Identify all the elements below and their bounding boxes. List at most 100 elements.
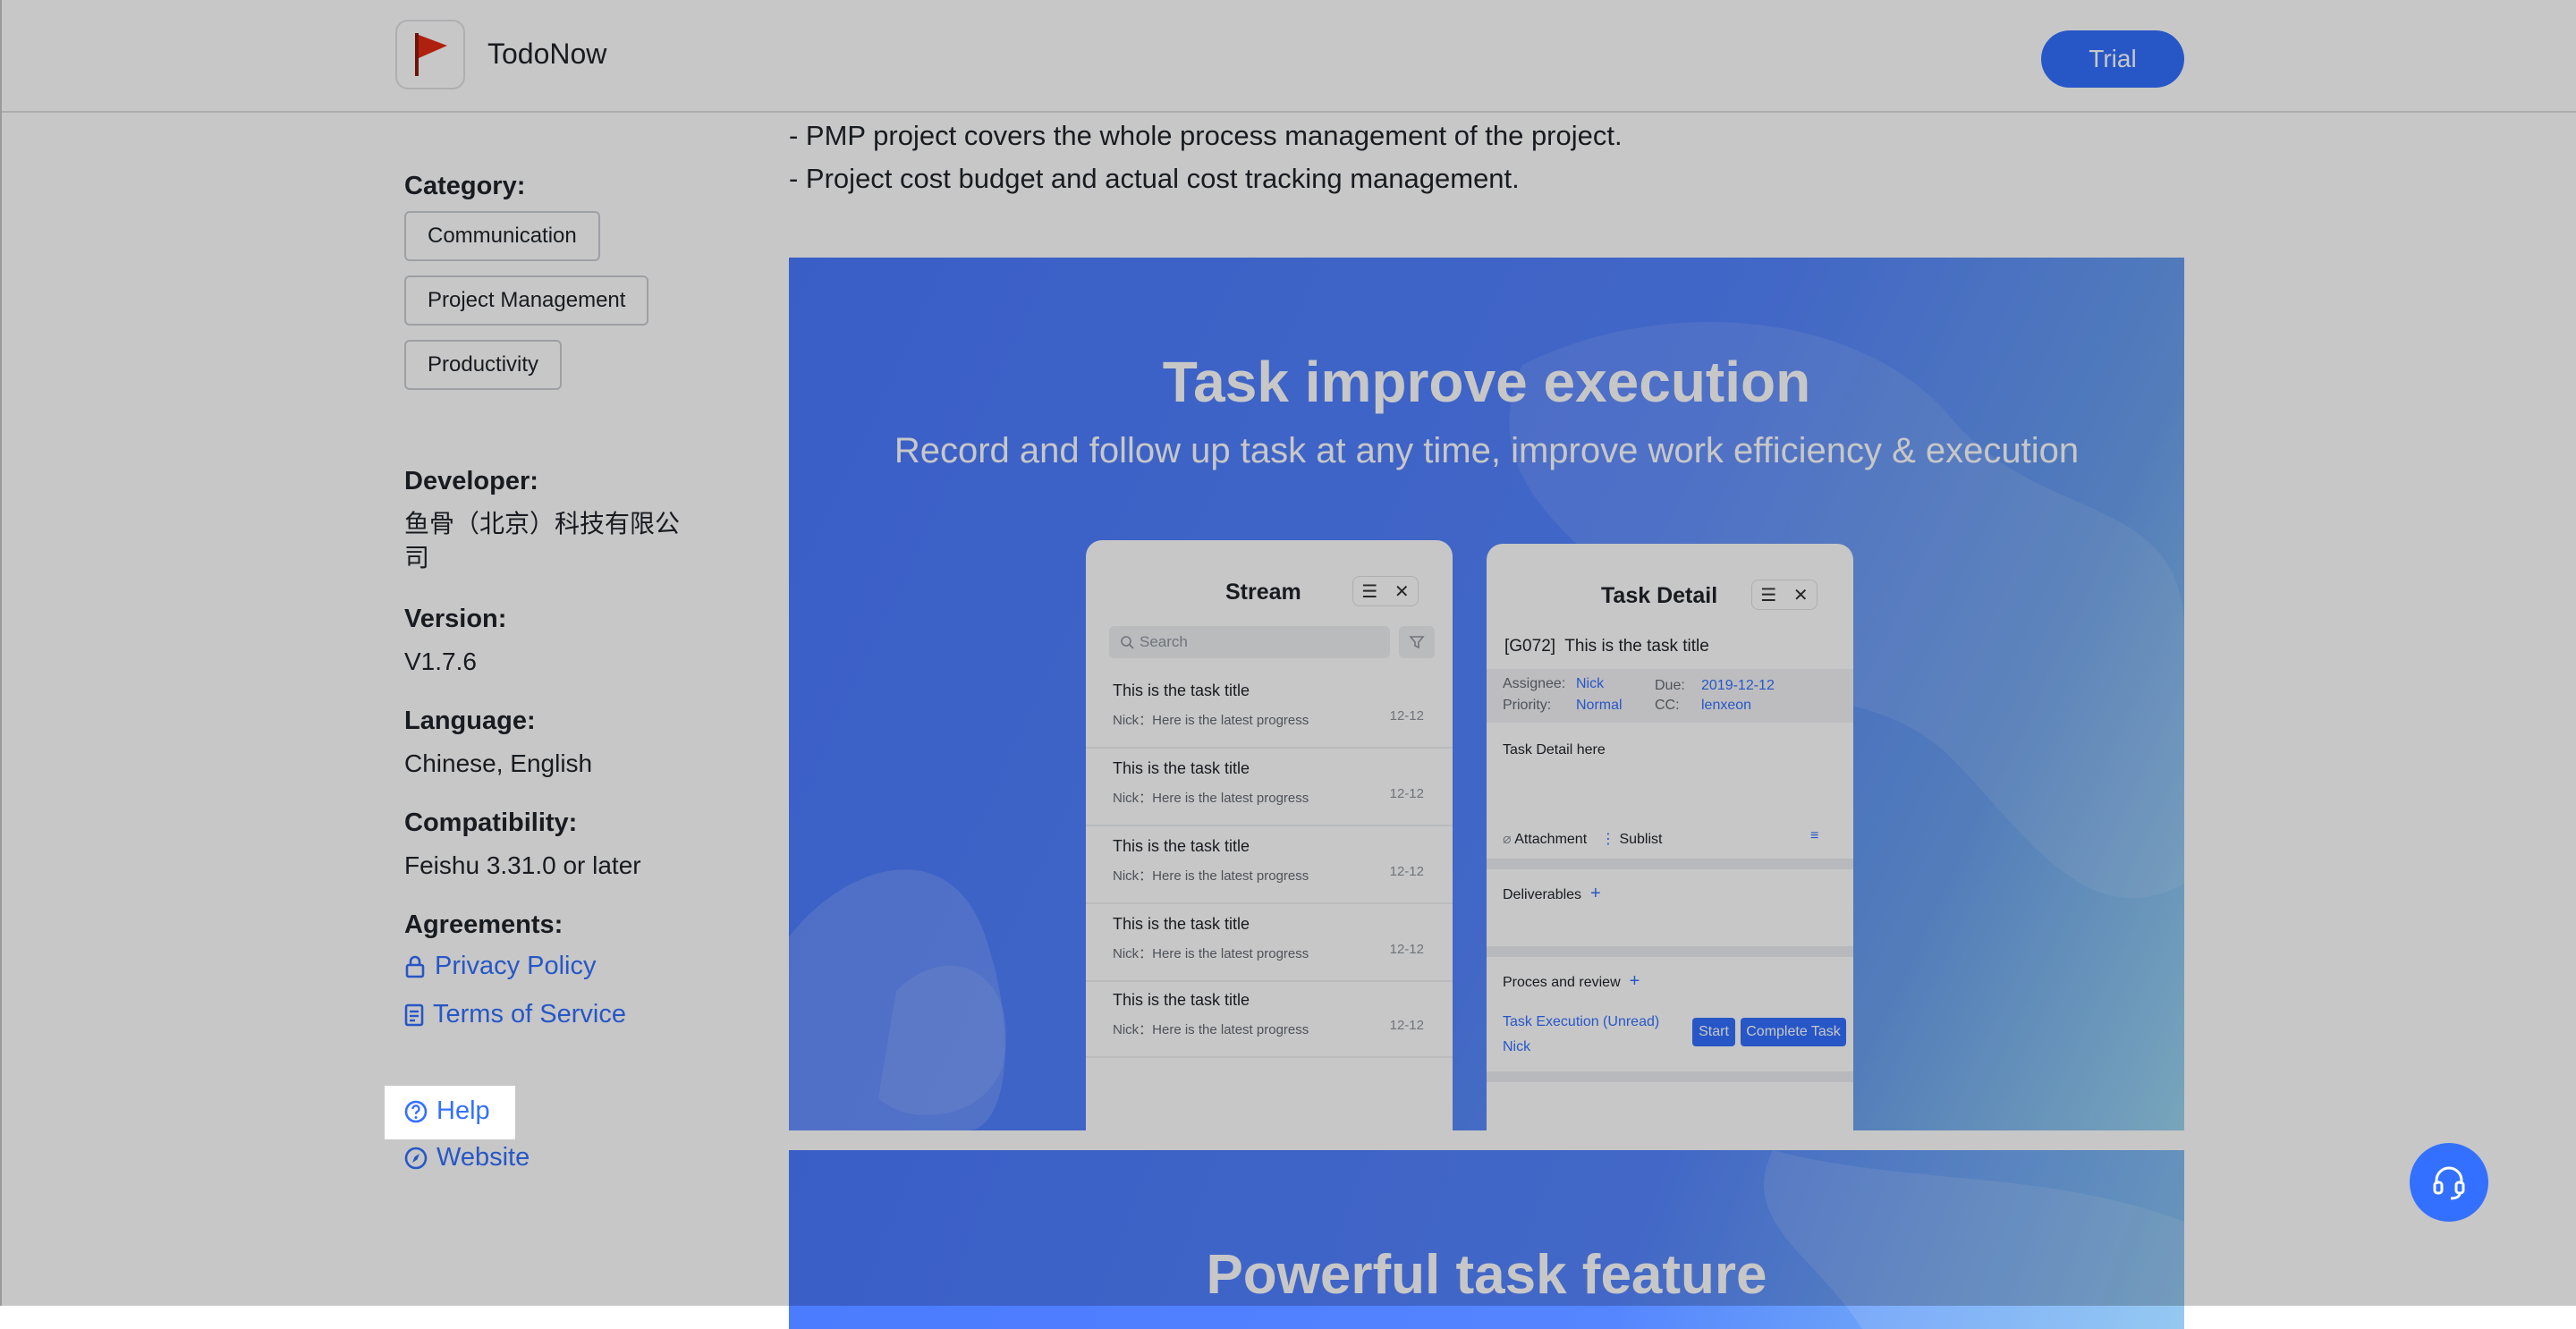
- stream-search[interactable]: Search: [1109, 626, 1390, 658]
- assignee-value: Nick: [1576, 676, 1605, 691]
- task-detail-card: Task Detail ☰ ✕ [G072] This is the task …: [1487, 544, 1853, 1130]
- privacy-policy-link[interactable]: Privacy Policy: [404, 952, 597, 981]
- deliverables-label: Deliverables: [1503, 887, 1582, 902]
- menu-icon[interactable]: ☰: [1361, 580, 1377, 603]
- list-item[interactable]: This is the task title Nick：Here is the …: [1086, 825, 1453, 904]
- priority-label: Priority:: [1503, 698, 1552, 713]
- divider: [1487, 1071, 1853, 1082]
- sublist-icon: ⋮: [1601, 832, 1615, 847]
- close-icon[interactable]: ✕: [1394, 580, 1410, 603]
- task-progress: Nick：Here is the latest progress: [1113, 791, 1309, 806]
- help-spotlight-link[interactable]: Help: [404, 1096, 490, 1126]
- list-item[interactable]: This is the task title Nick：Here is the …: [1086, 669, 1453, 749]
- version-label: Version:: [404, 605, 507, 633]
- task-body: Task Detail here: [1503, 742, 1606, 758]
- menu-icon[interactable]: ☰: [1760, 584, 1776, 606]
- task-title: This is the task title: [1113, 915, 1250, 933]
- task-id: [G072]: [1504, 637, 1556, 656]
- deliverables-row: Deliverables +: [1503, 884, 1601, 904]
- add-deliverable-icon[interactable]: +: [1586, 884, 1601, 903]
- task-date: 12-12: [1389, 708, 1424, 724]
- search-icon: [1121, 636, 1134, 649]
- app-name: TodoNow: [487, 38, 607, 70]
- feature-banner: Task improve execution Record and follow…: [789, 258, 2184, 1130]
- due-value: 2019-12-12: [1701, 678, 1775, 693]
- process-review-row: Proces and review +: [1503, 971, 1640, 992]
- top-header: TodoNow Trial: [0, 0, 2576, 113]
- attachment-label: Attachment: [1514, 832, 1588, 847]
- process-review-label: Proces and review: [1503, 975, 1621, 990]
- developer-label: Developer:: [404, 467, 538, 495]
- category-tag-communication[interactable]: Communication: [404, 211, 600, 261]
- add-review-icon[interactable]: +: [1624, 971, 1640, 991]
- task-progress: Nick：Here is the latest progress: [1113, 713, 1309, 728]
- task-date: 12-12: [1389, 786, 1424, 801]
- task-title: This is the task title: [1113, 991, 1250, 1009]
- task-title: This is the task title: [1113, 837, 1250, 855]
- start-button[interactable]: Start: [1692, 1018, 1735, 1046]
- version-value: V1.7.6: [404, 648, 477, 675]
- cc-label: CC:: [1655, 698, 1680, 713]
- execution-user: Nick: [1503, 1039, 1531, 1054]
- task-title: This is the task title: [1113, 759, 1250, 777]
- filter-button[interactable]: [1399, 626, 1435, 658]
- flag-icon: [415, 33, 447, 76]
- banner-2-title: Powerful task feature: [1206, 1244, 1767, 1306]
- priority-value: Normal: [1576, 698, 1623, 713]
- compatibility-label: Compatibility:: [404, 808, 578, 837]
- banner-title: Task improve execution: [1162, 350, 1811, 414]
- description-line: - Project cost budget and actual cost tr…: [789, 163, 1520, 194]
- sublist-label: Sublist: [1619, 832, 1663, 847]
- attachment-button[interactable]: ⌀ Attachment: [1503, 830, 1587, 848]
- cc-value: lenxeon: [1701, 698, 1752, 713]
- sublist-button[interactable]: ⋮ Sublist: [1601, 830, 1662, 848]
- app-logo[interactable]: [395, 20, 465, 89]
- feature-banner-2: Powerful task feature: [789, 1150, 2184, 1329]
- close-icon[interactable]: ✕: [1793, 584, 1809, 606]
- task-detail-title: Task Detail: [1601, 583, 1718, 608]
- list-item[interactable]: This is the task title Nick：Here is the …: [1086, 902, 1453, 982]
- task-progress: Nick：Here is the latest progress: [1113, 868, 1309, 884]
- filter-icon: [1409, 636, 1425, 649]
- due-label: Due:: [1655, 678, 1685, 693]
- lock-icon: [405, 955, 425, 978]
- task-title: This is the task title: [1113, 681, 1250, 699]
- headset-icon: [2433, 1166, 2465, 1200]
- assignee-label: Assignee:: [1503, 676, 1566, 691]
- task-date: 12-12: [1389, 942, 1424, 957]
- list-item[interactable]: This is the task title Nick：Here is the …: [1086, 978, 1453, 1058]
- terms-of-service-link[interactable]: Terms of Service: [404, 1000, 626, 1029]
- task-progress: Nick：Here is the latest progress: [1113, 946, 1309, 961]
- task-meta-panel: Assignee: Nick Due: 2019-12-12 Priority:…: [1487, 669, 1853, 723]
- compatibility-value: Feishu 3.31.0 or later: [404, 851, 641, 879]
- website-link[interactable]: Website: [404, 1143, 530, 1172]
- divider: [1487, 859, 1853, 869]
- category-label: Category:: [404, 172, 526, 200]
- compass-icon: [404, 1147, 428, 1169]
- help-spotlight[interactable]: Help: [385, 1086, 515, 1139]
- task-progress: Nick：Here is the latest progress: [1113, 1022, 1309, 1037]
- task-date: 12-12: [1389, 1018, 1424, 1033]
- description-line: - PMP project covers the whole process m…: [789, 120, 1623, 151]
- trial-button[interactable]: Trial: [2041, 30, 2184, 88]
- paperclip-icon: ⌀: [1503, 832, 1512, 847]
- detail-toolbar: ☰ ✕: [1751, 580, 1818, 610]
- developer-value: 鱼骨（北京）科技有限公: [404, 510, 681, 538]
- stream-toolbar: ☰ ✕: [1352, 576, 1419, 606]
- privacy-policy-label: Privacy Policy: [435, 952, 597, 980]
- execution-status: Task Execution (Unread): [1503, 1014, 1660, 1029]
- agreements-label: Agreements:: [404, 910, 564, 939]
- developer-value-cont: 司: [404, 544, 430, 571]
- complete-task-button[interactable]: Complete Task: [1741, 1018, 1846, 1046]
- customer-support-button[interactable]: [2410, 1143, 2488, 1222]
- banner-subtitle: Record and follow up task at any time, i…: [894, 431, 2080, 470]
- language-label: Language:: [404, 707, 536, 735]
- search-placeholder: Search: [1140, 633, 1188, 650]
- document-icon: [404, 1003, 424, 1026]
- task-date: 12-12: [1389, 864, 1424, 879]
- list-view-icon[interactable]: ≡: [1810, 828, 1818, 844]
- list-item[interactable]: This is the task title Nick：Here is the …: [1086, 747, 1453, 826]
- website-label: Website: [436, 1143, 530, 1172]
- category-tag-productivity[interactable]: Productivity: [404, 340, 563, 390]
- category-tag-project-management[interactable]: Project Management: [404, 275, 649, 326]
